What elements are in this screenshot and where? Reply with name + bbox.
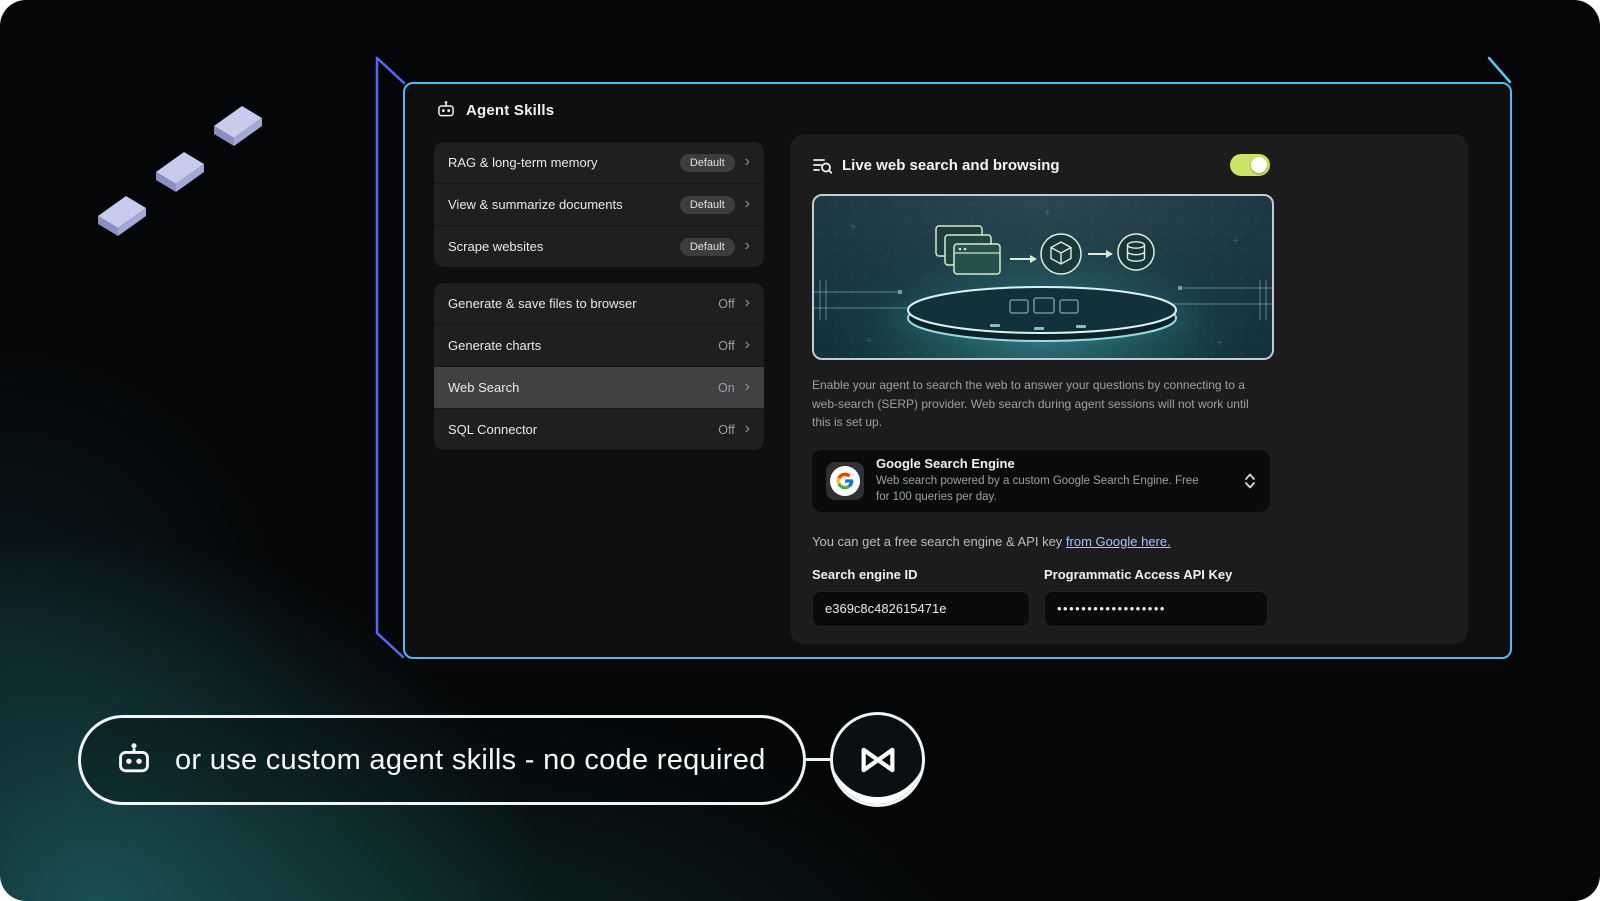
chevron-updown-icon [1244,471,1256,491]
skill-row-sql-connector[interactable]: SQL Connector Off › [434,408,764,450]
toggle-knob [1251,157,1267,173]
triangle-decor-icon [92,192,150,240]
skill-row-scrape-websites[interactable]: Scrape websites Default › [434,225,764,267]
chevron-right-icon: › [745,238,750,254]
google-logo-icon [835,471,855,491]
chevron-right-icon: › [745,379,750,395]
skill-status: Off [718,339,734,353]
chevron-right-icon: › [745,295,750,311]
search-engine-id-label: Search engine ID [812,567,1030,582]
robot-icon [436,100,456,120]
google-logo-tile [826,462,864,500]
svg-text:+: + [1216,336,1223,349]
skill-label: RAG & long-term memory [448,155,598,170]
skill-row-view-documents[interactable]: View & summarize documents Default › [434,183,764,225]
provider-name: Google Search Engine [876,456,1244,471]
chevron-right-icon: › [745,196,750,212]
chevron-right-icon: › [745,337,750,353]
default-badge: Default [680,238,735,256]
web-search-toggle[interactable] [1230,154,1270,176]
skill-label: Web Search [448,380,519,395]
skill-status: Off [718,423,734,437]
triangle-decor-icon [150,148,208,196]
provider-description: Web search powered by a custom Google Se… [876,474,1214,505]
skills-list: RAG & long-term memory Default › View & … [434,142,764,450]
skill-label: Scrape websites [448,239,543,254]
svg-text:+: + [1232,234,1239,247]
serp-provider-select[interactable]: Google Search Engine Web search powered … [812,450,1270,512]
svg-text:+: + [866,334,873,347]
skill-row-web-search[interactable]: Web Search On › [434,366,764,408]
svg-text:+: + [850,220,857,233]
detail-header: Live web search and browsing [812,154,1270,176]
agent-skills-window: Agent Skills RAG & long-term memory Defa… [403,82,1512,659]
robot-icon [115,741,153,779]
search-engine-id-input[interactable] [812,591,1030,627]
default-badge: Default [680,196,735,214]
skill-status: On [718,381,735,395]
chevron-right-icon: › [745,421,750,437]
skill-row-generate-files[interactable]: Generate & save files to browser Off › [434,283,764,324]
web-search-illustration: + + + + + [812,194,1274,360]
skills-group-default: RAG & long-term memory Default › View & … [434,142,764,267]
illustration-graphic: + + + + + [814,196,1272,358]
detail-description: Enable your agent to search the web to a… [812,376,1270,432]
panel-header: Agent Skills [436,100,554,120]
page-title: Agent Skills [466,102,554,119]
google-api-key-link[interactable]: from Google here. [1066,534,1171,549]
screenshot-stage: Agent Skills RAG & long-term memory Defa… [0,0,1600,901]
brand-logo-badge [830,712,925,807]
default-badge: Default [680,154,735,172]
banner-text: or use custom agent skills - no code req… [175,744,766,777]
skill-label: Generate & save files to browser [448,296,637,311]
web-search-detail-panel: Live web search and browsing [790,134,1468,644]
skill-label: Generate charts [448,338,541,353]
help-text: You can get a free search engine & API k… [812,534,1270,549]
triangle-decor-icon [208,102,266,150]
custom-skills-banner: or use custom agent skills - no code req… [78,715,806,805]
skill-label: SQL Connector [448,422,537,437]
credential-fields: Search engine ID Programmatic Access API… [812,567,1270,627]
api-key-label: Programmatic Access API Key [1044,567,1268,582]
web-search-icon [812,155,832,175]
skill-label: View & summarize documents [448,197,623,212]
skills-group-toggleable: Generate & save files to browser Off › G… [434,283,764,450]
skill-status: Off [718,297,734,311]
chevron-right-icon: › [745,154,750,170]
help-text-prefix: You can get a free search engine & API k… [812,534,1066,549]
skill-row-generate-charts[interactable]: Generate charts Off › [434,324,764,366]
skill-row-rag-memory[interactable]: RAG & long-term memory Default › [434,142,764,183]
brand-logo-icon [851,733,905,787]
detail-title: Live web search and browsing [842,157,1060,174]
svg-text:+: + [1044,206,1051,219]
api-key-input[interactable] [1044,591,1268,627]
